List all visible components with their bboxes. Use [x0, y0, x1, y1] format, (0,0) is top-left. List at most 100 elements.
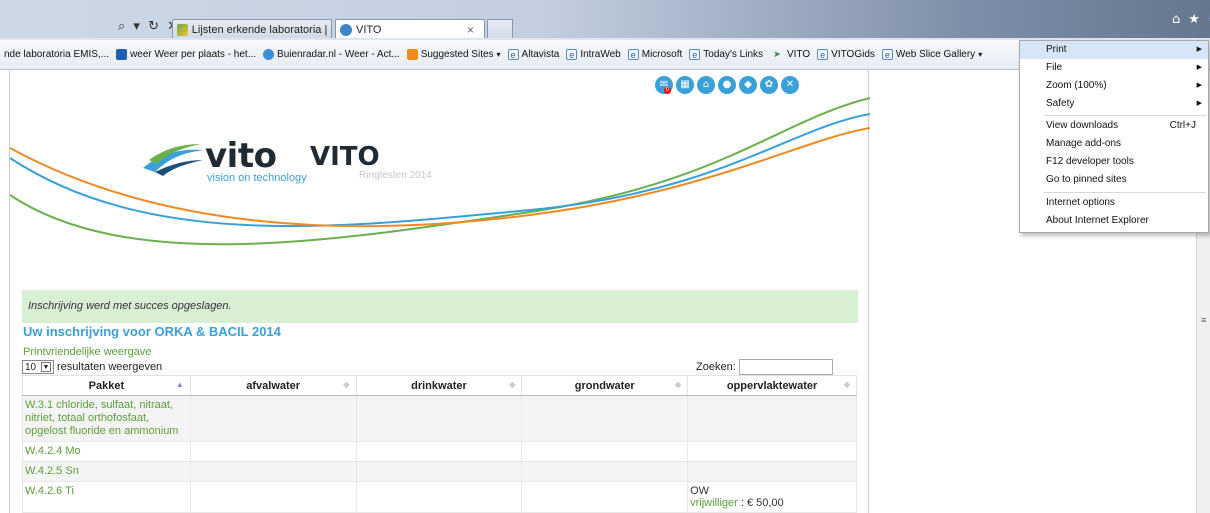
favorite-link[interactable]: e Web Slice Gallery ▾ [881, 49, 982, 60]
calendar-icon[interactable]: ▦ [676, 76, 694, 94]
favorite-label: VITO [787, 49, 811, 60]
page-favicon-icon: e [689, 49, 701, 60]
submenu-arrow-icon: ▶ [1196, 46, 1202, 53]
chevron-down-icon[interactable]: ▾ [978, 50, 982, 59]
blue-curve [10, 113, 870, 228]
favorite-link[interactable]: Buienradar.nl - Weer - Act... [263, 49, 400, 60]
package-name-cell[interactable]: W.4.2.4 Mo [22, 441, 191, 462]
favorite-label: nde laboratoria EMIS,... [4, 49, 110, 60]
chevron-down-icon[interactable]: ▾ [497, 50, 501, 59]
column-header-drinkwater[interactable]: drinkwater ◆ [355, 375, 523, 396]
column-header-label: afvalwater [246, 379, 301, 392]
search-input[interactable] [738, 359, 833, 375]
favorite-label: Altavista [521, 49, 560, 60]
page-favicon-icon: e [507, 49, 519, 60]
table-header-row: Pakket ▲ afvalwater ◆ drinkwater ◆ grondwater ◆… [22, 375, 857, 396]
table-cell [687, 461, 857, 482]
favorite-label: Microsoft [641, 49, 683, 60]
menu-item-f12-developer-tools[interactable]: F12 developer tools [1020, 153, 1208, 171]
favorite-link[interactable]: e Microsoft [627, 49, 683, 60]
close-icon[interactable]: ✕ [781, 76, 799, 94]
favorite-link[interactable]: e Today's Links [689, 49, 763, 60]
vito-favicon-icon: ➤ [773, 49, 781, 59]
menu-item-label: File [1046, 62, 1063, 73]
favorite-link[interactable]: e VITOGids [817, 49, 875, 60]
sort-ascending-icon: ▲ [175, 380, 184, 389]
package-name-cell[interactable]: W.4.2.6 Ti [22, 481, 191, 513]
table-cell [189, 395, 357, 442]
package-name-cell[interactable]: W.3.1 chloride, sulfaat, nitraat, nitrie… [22, 395, 191, 442]
sort-icon: ◆ [674, 380, 682, 389]
menu-item-manage-add-ons[interactable]: Manage add-ons [1020, 135, 1208, 153]
page-length-value: 10 [25, 361, 37, 373]
menu-item-safety[interactable]: Safety ▶ [1020, 95, 1208, 113]
favorite-label: Web Slice Gallery [895, 49, 976, 60]
user-icon[interactable]: ● [718, 76, 736, 94]
logo-tagline: vision on technology [207, 172, 307, 184]
menu-item-view-downloads[interactable]: View downloads Ctrl+J [1020, 117, 1208, 135]
submenu-arrow-icon: ▶ [1196, 82, 1202, 89]
sugg-favicon-icon [406, 49, 418, 60]
page-length-select[interactable]: 10 ▼ [22, 360, 54, 374]
menu-item-file[interactable]: File ▶ [1020, 59, 1208, 77]
tab-vito[interactable]: VITO × [335, 19, 485, 40]
close-tab-icon[interactable]: × [467, 23, 474, 37]
table-cell [355, 481, 523, 513]
menu-item-about-internet-explorer[interactable]: About Internet Explorer [1020, 212, 1208, 230]
logo-swoosh-icon [143, 144, 205, 176]
favorite-label: IntraWeb [580, 49, 621, 60]
home-icon[interactable]: ⌂ [1172, 12, 1180, 27]
site-subtitle: Ringtesten 2014 [359, 170, 432, 181]
page-favicon-icon: e [817, 49, 829, 60]
column-header-label: drinkwater [411, 379, 467, 392]
volunteer-link[interactable]: vrijwilliger [690, 497, 738, 509]
menu-separator [1044, 115, 1206, 116]
new-tab-button[interactable] [487, 19, 513, 40]
settings-icon[interactable]: ✿ [760, 76, 778, 94]
home-icon[interactable]: ⌂ [697, 76, 715, 94]
favorite-link[interactable]: e Altavista [507, 49, 560, 60]
column-header-grondwater[interactable]: grondwater ◆ [521, 375, 689, 396]
menu-item-internet-options[interactable]: Internet options [1020, 194, 1208, 212]
column-header-afvalwater[interactable]: afvalwater ◆ [189, 375, 357, 396]
search-label: Zoeken: [696, 361, 736, 373]
favorite-link[interactable]: e IntraWeb [566, 49, 621, 60]
messages-icon[interactable]: ✉ 0 [655, 76, 673, 94]
favorite-link[interactable]: Suggested Sites ▾ [406, 49, 501, 60]
price-value: : € 50,00 [737, 497, 784, 509]
table-cell [687, 395, 857, 442]
logo-wordmark: vito [205, 136, 277, 176]
browser-title-bar: ⌕ ▾ ↻ ✕ Lijsten erkende laboratoria | E.… [0, 0, 1210, 40]
favorite-link[interactable]: weer Weer per plaats - het... [116, 49, 256, 60]
page-favicon-icon: e [627, 49, 639, 60]
column-header-label: Pakket [88, 379, 125, 392]
tab-lijsten-erkende-laboratoria[interactable]: Lijsten erkende laboratoria | E... [172, 19, 332, 40]
rss-feed-icon [177, 24, 188, 36]
menu-item-zoom-100[interactable]: Zoom (100%) ▶ [1020, 77, 1208, 95]
favorites-star-icon[interactable]: ★ [1188, 12, 1200, 27]
address-bar-controls[interactable]: ⌕ ▾ ↻ ✕ [118, 19, 180, 34]
page-favicon-icon: e [881, 49, 893, 60]
menu-item-go-to-pinned-sites[interactable]: Go to pinned sites [1020, 171, 1208, 189]
print-friendly-link[interactable]: Printvriendelijke weergave [23, 346, 151, 358]
site-nav-icons: ✉ 0 ▦ ⌂ ● ◆ ✿ ✕ [655, 76, 799, 94]
column-header-oppervlaktewater[interactable]: oppervlaktewater ◆ [687, 375, 857, 396]
menu-item-label: Go to pinned sites [1046, 174, 1127, 185]
table-row: W.4.2.4 Mo [22, 441, 857, 462]
sort-icon: ◆ [843, 380, 850, 389]
menu-item-print[interactable]: Print ▶ [1020, 41, 1208, 59]
menu-item-label: Safety [1046, 98, 1075, 109]
table-row: W.4.2.5 Sn [22, 461, 857, 482]
menu-item-label: F12 developer tools [1046, 156, 1134, 167]
column-header-pakket[interactable]: Pakket ▲ [22, 375, 191, 396]
table-cell [355, 441, 523, 462]
scroll-grip-icon: ≡ [1201, 315, 1207, 325]
cell-price-line: vrijwilliger : € 50,00 [690, 497, 854, 509]
header-curves [10, 97, 870, 246]
favorite-label: Buienradar.nl - Weer - Act... [277, 49, 400, 60]
favorite-link[interactable]: ➤ VITO [770, 49, 810, 60]
favorite-link[interactable]: nde laboratoria EMIS,... [4, 49, 109, 60]
tag-icon[interactable]: ◆ [739, 76, 757, 94]
package-name-cell[interactable]: W.4.2.5 Sn [22, 461, 191, 482]
browser-toolbar-icons: ⌂ ★ ✹ [1172, 12, 1210, 27]
